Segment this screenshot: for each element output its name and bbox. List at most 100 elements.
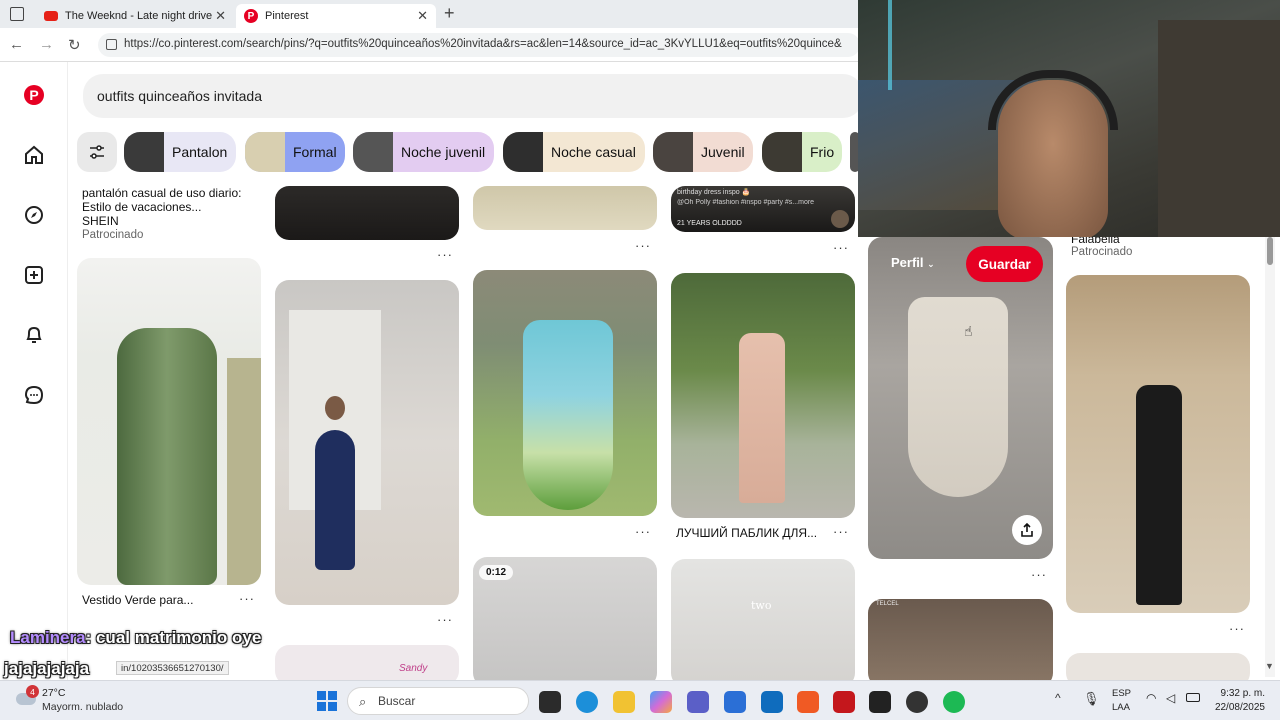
weather-widget[interactable]: 4 [16,685,39,709]
pin-white-dress-hover[interactable]: Perfil ⌄ Guardar ☝ [868,237,1053,559]
chat-user: Laminera [10,628,86,647]
chip-noche-juvenil[interactable]: Noche juvenil [353,132,494,172]
chip-label: Noche juvenil [401,144,486,160]
spotify-icon[interactable] [943,691,965,713]
scroll-down-icon[interactable]: ▼ [1265,661,1274,671]
home-icon[interactable] [21,142,47,168]
pin-sandy[interactable]: Sandy [275,645,459,685]
taskbar-search-input[interactable]: ⌕ Buscar [347,687,529,715]
file-explorer-icon[interactable] [613,691,635,713]
search-value: outfits quinceaños invitada [97,88,262,104]
forward-icon[interactable]: → [39,36,54,53]
chip-noche-casual[interactable]: Noche casual [503,132,645,172]
pin-title[interactable]: pantalón casual de uso diario: Estilo de… [82,186,252,214]
tab-pinterest[interactable]: P Pinterest ✕ [236,4,436,28]
pin-two[interactable]: two [671,559,855,687]
close-tab-icon[interactable]: ✕ [417,8,428,24]
pin-birthday[interactable]: birthday dress inspo 🎂 @Oh Polly #fashio… [671,186,855,232]
chip-juvenil[interactable]: Juvenil [653,132,753,172]
chip-frio[interactable]: Frio [762,132,842,172]
chat-message: Laminera: cual matrimonio oye [10,628,261,648]
save-button[interactable]: Guardar [966,246,1043,282]
pin-title[interactable]: ЛУЧШИЙ ПАБЛИК ДЛЯ... [676,526,817,540]
pin-brand[interactable]: SHEIN [82,214,119,228]
more-options-icon[interactable]: ··· [635,238,651,253]
pin-black-jumpsuit[interactable] [1066,275,1250,613]
pin-blue-gown[interactable] [473,270,657,516]
copilot-icon[interactable] [650,691,672,713]
start-icon[interactable] [317,691,337,711]
mcafee-icon[interactable] [833,691,855,713]
clock-time[interactable]: 9:32 p. m. [1210,688,1265,699]
sandy-watermark: Sandy [399,663,428,674]
pin-video[interactable]: 0:12 [473,557,657,687]
more-options-icon[interactable]: ··· [635,524,651,539]
site-info-icon[interactable] [106,39,117,50]
reload-icon[interactable]: ↻ [68,36,81,54]
pinterest-logo-icon[interactable]: P [21,82,47,108]
search-input[interactable]: outfits quinceaños invitada [83,74,863,118]
more-options-icon[interactable]: ··· [437,247,453,262]
chip-pantalon[interactable]: Pantalon [124,132,236,172]
messages-icon[interactable] [21,382,47,408]
microphone-icon[interactable]: 🎙 [1083,691,1100,707]
more-options-icon[interactable]: ··· [437,612,453,627]
url-field[interactable]: https://co.pinterest.com/search/pins/?q=… [98,33,860,57]
task-view-icon[interactable] [539,691,561,713]
explore-icon[interactable] [21,202,47,228]
pin-title[interactable]: Vestido Verde para... [82,593,193,607]
more-options-icon[interactable]: ··· [1031,567,1047,582]
weather-text: Mayorm. nublado [42,701,124,713]
mannequin-image [227,358,261,585]
teams-icon[interactable] [687,691,709,713]
pin-green-dress[interactable] [77,258,261,585]
brave-icon[interactable] [797,691,819,713]
tab-title: Pinterest [265,10,309,22]
weather-badge: 4 [26,685,39,698]
pin-navy-dress[interactable] [275,280,459,605]
chip-formal[interactable]: Formal [245,132,345,172]
sponsored-label: Patrocinado [1071,246,1133,258]
chevron-up-icon[interactable]: ^ [1055,691,1061,705]
obs-studio-icon[interactable] [906,691,928,713]
edge-icon[interactable] [576,691,598,713]
notifications-icon[interactable] [21,322,47,348]
tab-actions-icon[interactable] [10,7,24,21]
more-options-icon[interactable]: ··· [239,591,255,606]
more-options-icon[interactable]: ··· [1229,621,1245,636]
keyboard-layout[interactable]: LAA [1112,702,1130,713]
pin-shoes[interactable] [275,186,459,240]
pin-phone-screenshot[interactable]: TELCEL [868,599,1053,687]
back-icon[interactable]: ← [9,36,24,53]
create-icon[interactable] [21,262,47,288]
share-button[interactable] [1012,515,1042,545]
profile-dropdown[interactable]: Perfil ⌄ [891,255,935,270]
overlay-text: @Oh Polly #fashion #inspo #party #s...mo… [677,199,815,206]
clock-date[interactable]: 22/08/2025 [1210,702,1265,713]
pin-pink-dress[interactable] [671,273,855,518]
battery-icon[interactable] [1186,693,1200,702]
tab-title: The Weeknd - Late night drive pl... [65,10,215,22]
obs-app-icon[interactable] [869,691,891,713]
close-tab-icon[interactable]: ✕ [215,8,226,24]
pin-olive-dress[interactable] [473,186,657,230]
scrollbar-thumb[interactable] [1267,237,1273,265]
chip-label: Formal [293,144,337,160]
more-options-icon[interactable]: ··· [833,524,849,539]
outlook-icon[interactable] [761,691,783,713]
volume-icon[interactable]: ◁ [1166,691,1175,705]
store-icon[interactable] [724,691,746,713]
more-options-icon[interactable]: ··· [833,240,849,255]
new-tab-button[interactable]: + [444,3,455,24]
link-status-bar: in/1020353665127013​0/ [116,661,229,675]
filter-button[interactable] [77,132,117,172]
tab-youtube[interactable]: The Weeknd - Late night drive pl... ✕ [36,4,234,28]
two-label: two [751,599,772,612]
svg-text:P: P [29,87,38,103]
scrollbar[interactable]: ▼ [1265,237,1275,677]
avatar[interactable] [831,210,849,228]
language-code[interactable]: ESP [1112,688,1131,699]
wifi-icon[interactable]: ◠ [1146,691,1156,705]
sliders-icon [90,145,104,159]
person-head-image [325,396,345,420]
